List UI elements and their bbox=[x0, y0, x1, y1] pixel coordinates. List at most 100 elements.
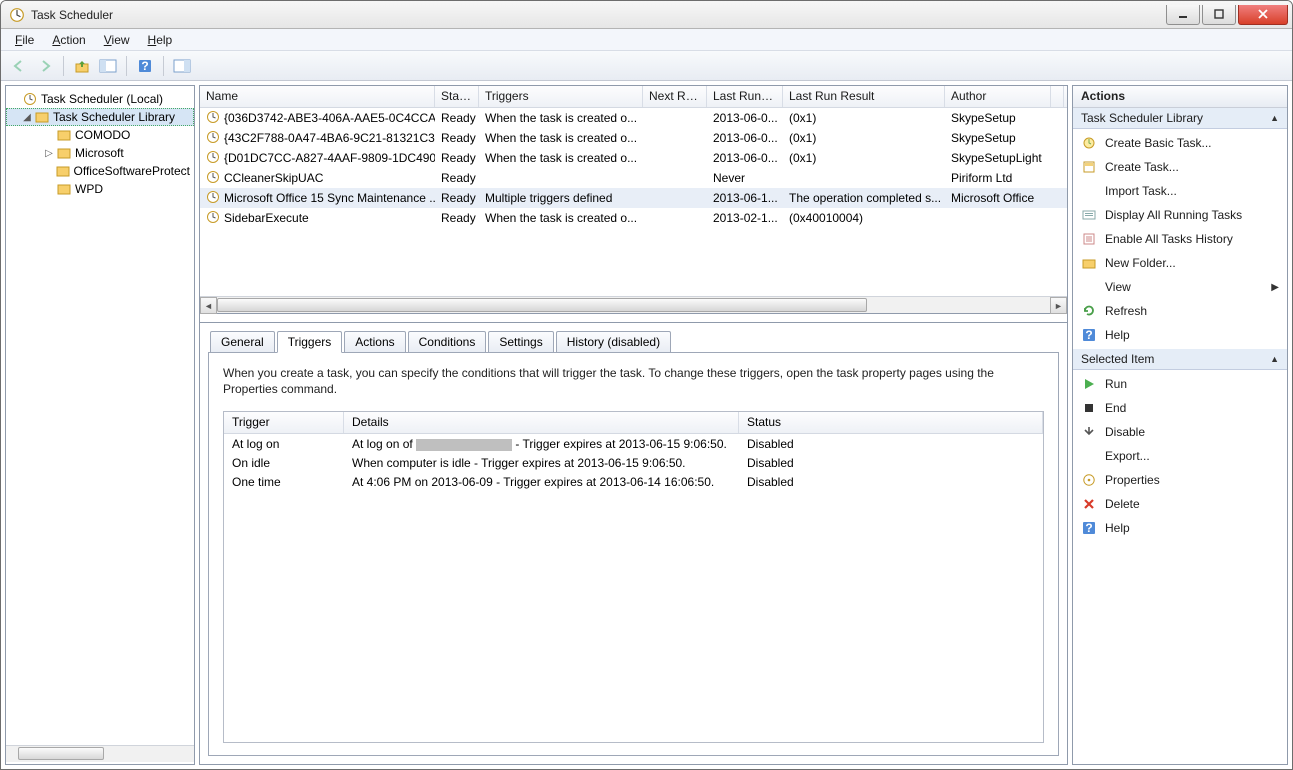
task-row[interactable]: {D01DC7CC-A827-4AAF-9809-1DC490... Ready… bbox=[200, 148, 1067, 168]
tree-item-officesoftwareprotect[interactable]: OfficeSoftwareProtect bbox=[6, 162, 194, 180]
show-hide-action-pane-button[interactable] bbox=[170, 54, 194, 78]
actions-section-selected[interactable]: Selected Item ▲ bbox=[1073, 349, 1287, 370]
library-icon bbox=[34, 109, 50, 125]
navigation-tree[interactable]: Task Scheduler (Local) ◢ Task Scheduler … bbox=[6, 88, 194, 745]
collapse-icon[interactable]: ▲ bbox=[1270, 113, 1279, 123]
action-create-task[interactable]: Create Task... bbox=[1073, 155, 1287, 179]
action-view[interactable]: View ▶ bbox=[1073, 275, 1287, 299]
task-row[interactable]: {43C2F788-0A47-4BA6-9C21-81321C36... Rea… bbox=[200, 128, 1067, 148]
trigger-row[interactable]: On idle When computer is idle - Trigger … bbox=[224, 453, 1043, 472]
task-triggers: Multiple triggers defined bbox=[479, 190, 643, 206]
action-label: New Folder... bbox=[1105, 256, 1176, 270]
action-delete[interactable]: Delete bbox=[1073, 492, 1287, 516]
menu-view[interactable]: View bbox=[96, 31, 138, 49]
task-row[interactable]: SidebarExecute Ready When the task is cr… bbox=[200, 208, 1067, 228]
actions-section-library-label: Task Scheduler Library bbox=[1081, 111, 1203, 125]
collapse-toggle-icon[interactable]: ◢ bbox=[20, 112, 34, 123]
close-button[interactable] bbox=[1238, 5, 1288, 25]
forward-button[interactable] bbox=[33, 54, 57, 78]
menu-help[interactable]: Help bbox=[140, 31, 181, 49]
tab-triggers[interactable]: Triggers bbox=[277, 331, 343, 353]
action-display-all-running-tasks[interactable]: Display All Running Tasks bbox=[1073, 203, 1287, 227]
column-last-result[interactable]: Last Run Result bbox=[783, 86, 945, 107]
trigger-name: One time bbox=[224, 474, 344, 490]
action-enable-all-tasks-history[interactable]: Enable All Tasks History bbox=[1073, 227, 1287, 251]
action-run[interactable]: Run bbox=[1073, 372, 1287, 396]
tree-root[interactable]: Task Scheduler (Local) bbox=[6, 90, 194, 108]
maximize-button[interactable] bbox=[1202, 5, 1236, 25]
action-refresh[interactable]: Refresh bbox=[1073, 299, 1287, 323]
tab-settings[interactable]: Settings bbox=[488, 331, 553, 353]
tree-item-microsoft[interactable]: ▷ Microsoft bbox=[6, 144, 194, 162]
minimize-button[interactable] bbox=[1166, 5, 1200, 25]
up-level-button[interactable] bbox=[70, 54, 94, 78]
titlebar[interactable]: Task Scheduler bbox=[1, 1, 1292, 29]
body: Task Scheduler (Local) ◢ Task Scheduler … bbox=[1, 81, 1292, 769]
menu-file[interactable]: File bbox=[7, 31, 42, 49]
task-last-result: (0x1) bbox=[783, 130, 945, 146]
task-triggers: When the task is created o... bbox=[479, 110, 643, 126]
tab-actions[interactable]: Actions bbox=[344, 331, 405, 353]
tree-item-comodo[interactable]: COMODO bbox=[6, 126, 194, 144]
action-help[interactable]: ? Help bbox=[1073, 323, 1287, 347]
task-row[interactable]: {036D3742-ABE3-406A-AAE5-0C4CCA... Ready… bbox=[200, 108, 1067, 128]
disable-icon bbox=[1081, 424, 1097, 440]
svg-text:?: ? bbox=[1085, 521, 1092, 535]
tree-item-label: OfficeSoftwareProtect bbox=[74, 164, 191, 178]
tree-item-wpd[interactable]: WPD bbox=[6, 180, 194, 198]
tree-horizontal-scrollbar[interactable] bbox=[6, 745, 194, 762]
triggers-table-body[interactable]: At log on At log on of - Trigger expires… bbox=[224, 434, 1043, 742]
tab-conditions[interactable]: Conditions bbox=[408, 331, 487, 353]
help-button[interactable]: ? bbox=[133, 54, 157, 78]
scroll-right-button[interactable]: ► bbox=[1050, 297, 1067, 314]
action-properties[interactable]: Properties bbox=[1073, 468, 1287, 492]
tab-general[interactable]: General bbox=[210, 331, 275, 353]
task-last-run: 2013-06-1... bbox=[707, 190, 783, 206]
back-button[interactable] bbox=[7, 54, 31, 78]
action-import-task[interactable]: Import Task... bbox=[1073, 179, 1287, 203]
action-label: Display All Running Tasks bbox=[1105, 208, 1242, 222]
triggers-table-header[interactable]: Trigger Details Status bbox=[224, 412, 1043, 434]
expand-toggle-icon[interactable]: ▷ bbox=[42, 148, 56, 159]
task-row[interactable]: CCleanerSkipUAC Ready Never Piriform Ltd bbox=[200, 168, 1067, 188]
task-name: {D01DC7CC-A827-4AAF-9809-1DC490... bbox=[224, 151, 435, 165]
menu-action[interactable]: Action bbox=[44, 31, 93, 49]
column-triggers[interactable]: Triggers bbox=[479, 86, 643, 107]
column-status[interactable]: Status bbox=[435, 86, 479, 107]
column-author[interactable]: Author bbox=[945, 86, 1051, 107]
action-export[interactable]: Export... bbox=[1073, 444, 1287, 468]
clock-icon bbox=[206, 170, 220, 187]
task-row[interactable]: Microsoft Office 15 Sync Maintenance ...… bbox=[200, 188, 1067, 208]
column-name[interactable]: Name bbox=[200, 86, 435, 107]
trigger-row[interactable]: At log on At log on of - Trigger expires… bbox=[224, 434, 1043, 453]
task-next-run bbox=[643, 157, 707, 159]
collapse-icon[interactable]: ▲ bbox=[1270, 354, 1279, 364]
action-end[interactable]: End bbox=[1073, 396, 1287, 420]
action-help[interactable]: ? Help bbox=[1073, 516, 1287, 540]
tree-library[interactable]: ◢ Task Scheduler Library bbox=[6, 108, 194, 126]
column-next-run[interactable]: Next Ru... bbox=[643, 86, 707, 107]
trigger-col-details[interactable]: Details bbox=[344, 412, 739, 433]
action-new-folder[interactable]: New Folder... bbox=[1073, 251, 1287, 275]
trigger-col-trigger[interactable]: Trigger bbox=[224, 412, 344, 433]
trigger-row[interactable]: One time At 4:06 PM on 2013-06-09 - Trig… bbox=[224, 472, 1043, 491]
trigger-col-status[interactable]: Status bbox=[739, 412, 1043, 433]
action-disable[interactable]: Disable bbox=[1073, 420, 1287, 444]
task-list-header[interactable]: Name Status Triggers Next Ru... Last Run… bbox=[200, 86, 1067, 108]
column-last-run[interactable]: Last Run T... bbox=[707, 86, 783, 107]
task-list-horizontal-scrollbar[interactable]: ◄ ► bbox=[200, 296, 1067, 313]
tab-history[interactable]: History (disabled) bbox=[556, 331, 671, 353]
action-create-basic-task[interactable]: Create Basic Task... bbox=[1073, 131, 1287, 155]
menubar: File Action View Help bbox=[1, 29, 1292, 51]
task-triggers: When the task is created o... bbox=[479, 210, 643, 226]
svg-text:?: ? bbox=[141, 59, 148, 73]
tree-library-label: Task Scheduler Library bbox=[53, 110, 175, 124]
column-extra[interactable] bbox=[1051, 86, 1064, 107]
show-hide-console-tree-button[interactable] bbox=[96, 54, 120, 78]
scroll-left-button[interactable]: ◄ bbox=[200, 297, 217, 314]
redacted-text bbox=[416, 439, 512, 451]
end-icon bbox=[1081, 400, 1097, 416]
actions-section-library[interactable]: Task Scheduler Library ▲ bbox=[1073, 108, 1287, 129]
task-list-body[interactable]: {036D3742-ABE3-406A-AAE5-0C4CCA... Ready… bbox=[200, 108, 1067, 296]
action-label: Run bbox=[1105, 377, 1127, 391]
